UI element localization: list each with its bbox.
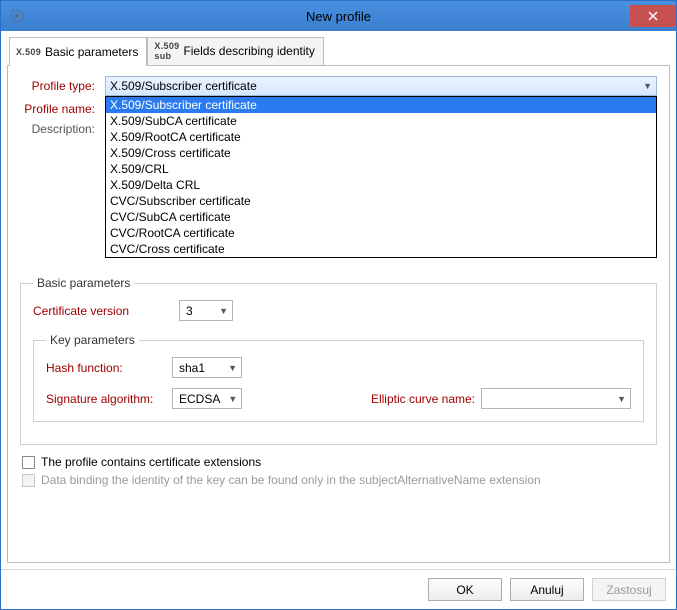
profile-type-option[interactable]: CVC/Cross certificate xyxy=(106,241,656,257)
profile-type-option[interactable]: CVC/RootCA certificate xyxy=(106,225,656,241)
profile-type-option[interactable]: X.509/Cross certificate xyxy=(106,145,656,161)
cert-version-select[interactable]: 3 ▼ xyxy=(179,300,233,321)
key-parameters-legend: Key parameters xyxy=(46,333,139,347)
close-button[interactable] xyxy=(630,5,676,27)
chevron-down-icon: ▼ xyxy=(609,394,626,404)
tab-label: Basic parameters xyxy=(45,45,138,59)
window-title: New profile xyxy=(1,9,676,24)
hash-function-select[interactable]: sha1 ▼ xyxy=(172,357,242,378)
binding-checkbox-label: Data binding the identity of the key can… xyxy=(41,473,541,487)
cert-version-label: Certificate version xyxy=(33,304,173,318)
chevron-down-icon: ▼ xyxy=(211,306,228,316)
extensions-check-row[interactable]: The profile contains certificate extensi… xyxy=(22,455,657,469)
chevron-down-icon: ▼ xyxy=(220,394,237,404)
profile-type-option[interactable]: X.509/CRL xyxy=(106,161,656,177)
key-parameters-group: Key parameters Hash function: sha1 ▼ Sig… xyxy=(33,333,644,422)
profile-type-option[interactable]: X.509/Delta CRL xyxy=(106,177,656,193)
button-bar: OK Anuluj Zastosuj xyxy=(1,569,676,609)
profile-type-option[interactable]: CVC/SubCA certificate xyxy=(106,209,656,225)
curve-name-select[interactable]: ▼ xyxy=(481,388,631,409)
hash-function-label: Hash function: xyxy=(46,361,166,375)
tab-panel-basic: Profile type: X.509/Subscriber certifica… xyxy=(7,65,670,563)
tab-label: Fields describing identity xyxy=(183,44,314,58)
signature-algorithm-value: ECDSA xyxy=(179,392,220,406)
binding-checkbox xyxy=(22,474,35,487)
basic-parameters-group: Basic parameters Certificate version 3 ▼… xyxy=(20,276,657,445)
cert-icon: X.509 xyxy=(16,47,41,57)
cert-version-value: 3 xyxy=(186,304,193,318)
signature-algorithm-label: Signature algorithm: xyxy=(46,392,166,406)
chevron-down-icon: ▼ xyxy=(637,81,652,91)
hash-function-value: sha1 xyxy=(179,361,205,375)
apply-button: Zastosuj xyxy=(592,578,666,601)
close-icon xyxy=(648,11,658,21)
cancel-button[interactable]: Anuluj xyxy=(510,578,584,601)
ok-button[interactable]: OK xyxy=(428,578,502,601)
profile-type-option[interactable]: X.509/RootCA certificate xyxy=(106,129,656,145)
curve-name-label: Elliptic curve name: xyxy=(371,392,475,406)
profile-type-option[interactable]: X.509/SubCA certificate xyxy=(106,113,656,129)
profile-type-option[interactable]: CVC/Subscriber certificate xyxy=(106,193,656,209)
profile-type-dropdown[interactable]: X.509/Subscriber certificateX.509/SubCA … xyxy=(105,96,657,258)
profile-name-label: Profile name: xyxy=(20,102,105,116)
extensions-checkbox-label: The profile contains certificate extensi… xyxy=(41,455,261,469)
cert-sub-icon: X.509sub xyxy=(154,41,179,61)
profile-type-value: X.509/Subscriber certificate xyxy=(110,79,257,93)
basic-parameters-legend: Basic parameters xyxy=(33,276,134,290)
titlebar: New profile xyxy=(1,1,676,31)
app-icon xyxy=(9,8,25,24)
tab-strip: X.509 Basic parameters X.509sub Fields d… xyxy=(7,37,670,66)
chevron-down-icon: ▼ xyxy=(220,363,237,373)
profile-type-combo[interactable]: X.509/Subscriber certificate ▼ xyxy=(105,76,657,96)
description-label: Description: xyxy=(20,122,105,136)
window: New profile X.509 Basic parameters X.509… xyxy=(0,0,677,610)
profile-type-option[interactable]: X.509/Subscriber certificate xyxy=(106,97,656,113)
tab-fields-identity[interactable]: X.509sub Fields describing identity xyxy=(147,37,323,66)
binding-check-row: Data binding the identity of the key can… xyxy=(22,473,657,487)
client-area: X.509 Basic parameters X.509sub Fields d… xyxy=(1,31,676,569)
tab-basic-parameters[interactable]: X.509 Basic parameters xyxy=(9,37,147,66)
extensions-checkbox[interactable] xyxy=(22,456,35,469)
profile-type-label: Profile type: xyxy=(20,79,105,93)
signature-algorithm-select[interactable]: ECDSA ▼ xyxy=(172,388,242,409)
